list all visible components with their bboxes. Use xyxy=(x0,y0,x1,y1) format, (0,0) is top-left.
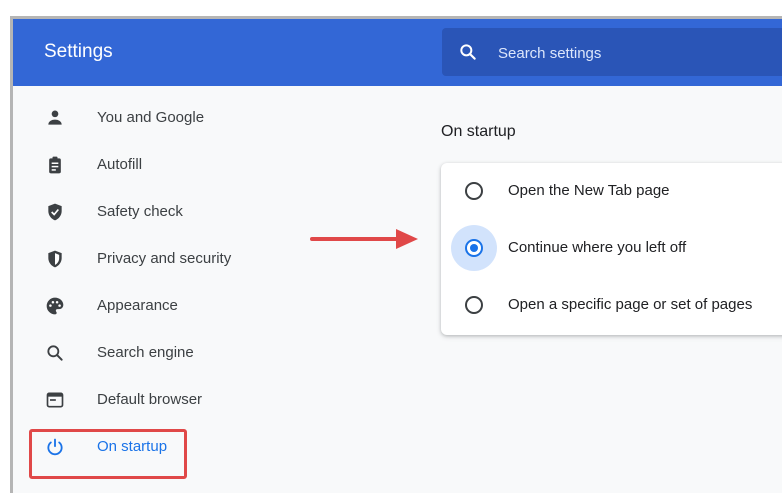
sidebar-item-search-engine[interactable]: Search engine xyxy=(31,333,271,373)
header-bar: Settings xyxy=(13,19,782,86)
startup-option-specific-pages[interactable]: Open a specific page or set of pages xyxy=(441,277,782,333)
sidebar-item-privacy-and-security[interactable]: Privacy and security xyxy=(31,239,271,279)
browser-window-icon xyxy=(46,392,64,408)
radio-button[interactable] xyxy=(465,182,483,200)
search-input[interactable] xyxy=(496,40,760,66)
sidebar-item-autofill[interactable]: Autofill xyxy=(31,145,271,185)
palette-icon xyxy=(46,297,64,315)
clipboard-icon xyxy=(49,156,61,174)
person-icon xyxy=(48,110,62,125)
startup-options-card: Open the New Tab page Continue where you… xyxy=(441,163,782,335)
sidebar-item-safety-check[interactable]: Safety check xyxy=(31,192,271,232)
page-title: Settings xyxy=(44,41,113,62)
shield-check-icon xyxy=(48,203,62,221)
shield-half-icon xyxy=(48,250,62,268)
option-label: Continue where you left off xyxy=(508,239,687,256)
sidebar-item-label: Autofill xyxy=(97,156,143,173)
search-icon xyxy=(47,345,63,361)
search-box[interactable] xyxy=(442,28,782,76)
annotation-arrow-icon xyxy=(310,229,418,249)
sidebar-item-default-browser[interactable]: Default browser xyxy=(31,380,271,420)
radio-button-selected[interactable] xyxy=(465,239,483,257)
sidebar-item-appearance[interactable]: Appearance xyxy=(31,286,271,326)
sidebar-item-label: Search engine xyxy=(97,344,194,361)
section-title: On startup xyxy=(441,123,516,140)
sidebar-item-label: You and Google xyxy=(97,109,205,126)
sidebar-item-label: Appearance xyxy=(97,297,178,314)
startup-option-new-tab[interactable]: Open the New Tab page xyxy=(441,163,782,219)
sidebar-item-label: Safety check xyxy=(97,203,183,220)
annotation-highlight-box xyxy=(29,429,187,479)
sidebar-item-label: Default browser xyxy=(97,391,203,408)
radio-button[interactable] xyxy=(465,296,483,314)
sidebar-item-you-and-google[interactable]: You and Google xyxy=(31,98,271,138)
option-label: Open the New Tab page xyxy=(508,182,670,199)
startup-option-continue[interactable]: Continue where you left off xyxy=(441,220,782,276)
sidebar-item-label: Privacy and security xyxy=(97,250,232,267)
search-icon xyxy=(460,44,476,60)
option-label: Open a specific page or set of pages xyxy=(508,296,753,313)
settings-window: Settings You and Google Au xyxy=(10,16,782,493)
